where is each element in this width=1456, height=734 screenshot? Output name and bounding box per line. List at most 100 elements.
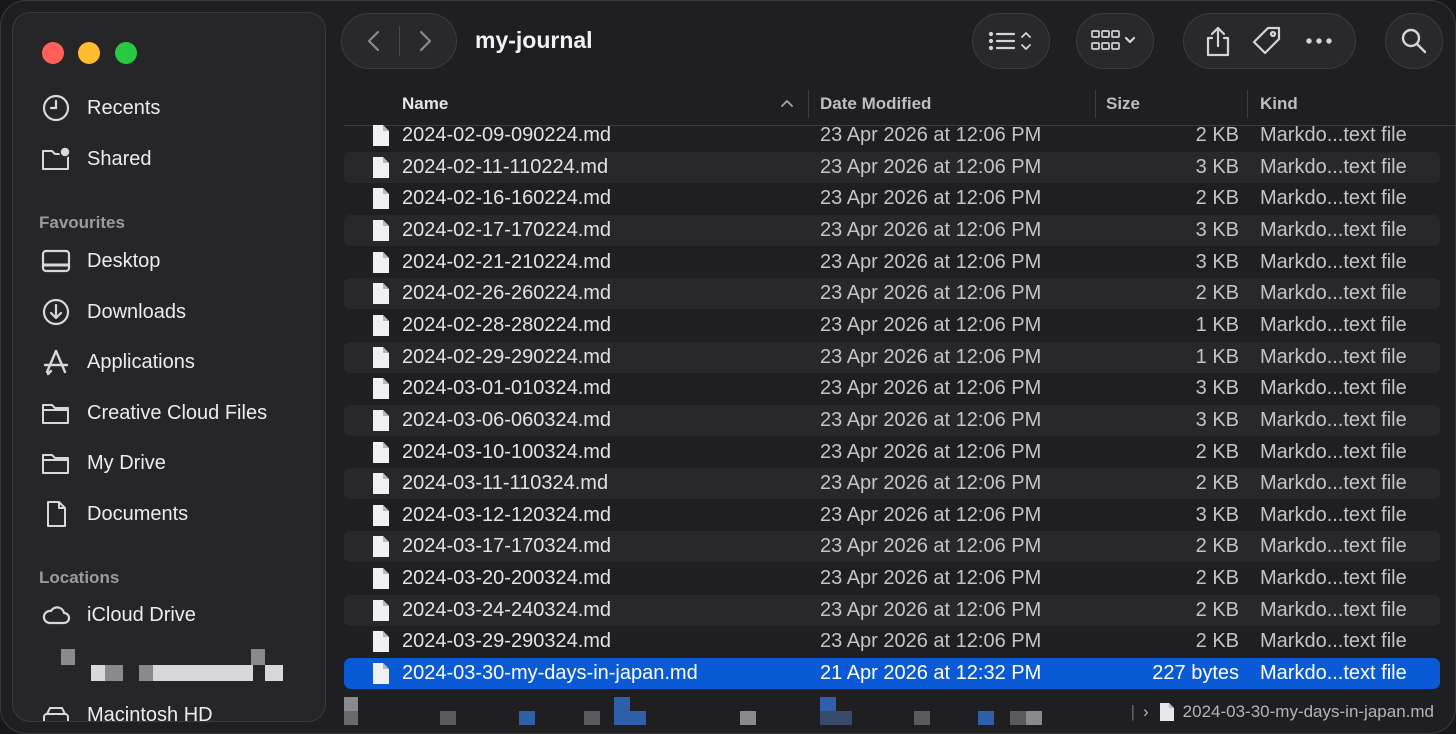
file-row[interactable]: 2024-02-29-290224.md 23 Apr 2026 at 12:06…	[344, 341, 1440, 373]
minimize-window-button[interactable]	[78, 42, 100, 64]
file-kind: Markdo...text file	[1260, 408, 1407, 431]
markdown-file-icon	[373, 188, 389, 210]
file-date-modified: 23 Apr 2026 at 12:06 PM	[820, 124, 1042, 146]
file-kind: Markdo...text file	[1260, 598, 1407, 621]
file-size: 2 KB	[1195, 598, 1239, 621]
markdown-file-icon	[373, 441, 389, 463]
file-name: 2024-02-11-110224.md	[402, 155, 609, 178]
search-button[interactable]	[1385, 13, 1443, 69]
tag-icon[interactable]	[1250, 24, 1284, 58]
finder-window: Recents Shared Favourites Desktop Downlo…	[0, 0, 1456, 734]
file-kind: Markdo...text file	[1260, 630, 1407, 653]
file-row[interactable]: 2024-02-16-160224.md 23 Apr 2026 at 12:06…	[344, 183, 1440, 214]
file-name: 2024-02-29-290224.md	[402, 345, 612, 368]
more-icon[interactable]	[1302, 24, 1336, 58]
file-name: 2024-02-09-090224.md	[402, 124, 612, 146]
share-icon[interactable]	[1203, 24, 1233, 58]
file-row[interactable]: 2024-03-01-010324.md 23 Apr 2026 at 12:06…	[344, 373, 1440, 404]
markdown-file-icon	[373, 125, 389, 146]
shared-folder-icon	[42, 146, 71, 170]
file-kind: Markdo...text file	[1260, 218, 1407, 241]
file-date-modified: 23 Apr 2026 at 12:06 PM	[820, 187, 1042, 210]
list-view-button[interactable]	[972, 13, 1050, 69]
file-kind: Markdo...text file	[1260, 472, 1407, 495]
sidebar: Recents Shared Favourites Desktop Downlo…	[12, 12, 326, 722]
file-row[interactable]: 2024-02-28-280224.md 23 Apr 2026 at 12:06…	[344, 310, 1440, 341]
sidebar-item-desktop[interactable]: Desktop	[41, 241, 160, 281]
file-name: 2024-02-21-210224.md	[402, 250, 612, 273]
sidebar-item-my-drive[interactable]: My Drive	[41, 443, 166, 483]
file-kind: Markdo...text file	[1260, 345, 1407, 368]
sort-ascending-icon[interactable]	[780, 98, 794, 108]
file-row[interactable]: 2024-02-21-210224.md 23 Apr 2026 at 12:06…	[344, 247, 1440, 278]
markdown-file-icon	[373, 251, 389, 273]
path-bar: | › 2024-03-30-my-days-in-japan.md	[1131, 702, 1434, 722]
file-row[interactable]: 2024-03-12-120324.md 23 Apr 2026 at 12:06…	[344, 500, 1440, 531]
column-header-kind[interactable]: Kind	[1260, 94, 1298, 114]
file-date-modified: 23 Apr 2026 at 12:06 PM	[820, 408, 1042, 431]
sidebar-item-recents[interactable]: Recents	[41, 88, 160, 128]
file-row-selected[interactable]: 2024-03-30-my-days-in-japan.md 21 Apr 202…	[344, 658, 1440, 690]
markdown-file-icon	[373, 346, 389, 368]
sidebar-section-locations: Locations	[39, 568, 120, 587]
file-size: 2 KB	[1195, 124, 1239, 146]
markdown-file-icon	[373, 568, 389, 590]
column-headers: Name Date Modified Size Kind	[344, 86, 1456, 122]
file-row[interactable]: 2024-02-26-260224.md 23 Apr 2026 at 12:06…	[344, 278, 1440, 310]
file-size: 3 KB	[1195, 503, 1239, 526]
file-date-modified: 23 Apr 2026 at 12:06 PM	[820, 218, 1042, 241]
window-title: my-journal	[475, 27, 593, 53]
close-window-button[interactable]	[42, 42, 64, 64]
sidebar-item-label: Creative Cloud Files	[87, 401, 268, 424]
forward-arrow-icon[interactable]	[408, 24, 442, 58]
file-row[interactable]: 2024-03-17-170324.md 23 Apr 2026 at 12:06…	[344, 531, 1440, 563]
file-kind: Markdo...text file	[1260, 187, 1407, 210]
file-row[interactable]: 2024-03-11-110324.md 23 Apr 2026 at 12:06…	[344, 468, 1440, 500]
column-separator[interactable]	[808, 90, 809, 118]
status-bar: | › 2024-03-30-my-days-in-japan.md	[344, 694, 1456, 734]
file-row[interactable]: 2024-03-24-240324.md 23 Apr 2026 at 12:06…	[344, 594, 1440, 626]
file-row[interactable]: 2024-02-09-090224.md 23 Apr 2026 at 12:06…	[344, 120, 1440, 151]
file-row[interactable]: 2024-02-17-170224.md 23 Apr 2026 at 12:06…	[344, 214, 1440, 246]
file-kind: Markdo...text file	[1260, 535, 1407, 558]
sidebar-item-label: Macintosh HD	[87, 703, 213, 722]
column-separator[interactable]	[1247, 90, 1248, 118]
file-row[interactable]: 2024-03-06-060324.md 23 Apr 2026 at 12:06…	[344, 404, 1440, 436]
file-row[interactable]: 2024-02-11-110224.md 23 Apr 2026 at 12:06…	[344, 151, 1440, 183]
sidebar-item-applications[interactable]: Applications	[41, 342, 195, 382]
sidebar-item-macintosh-hd[interactable]: Macintosh HD	[41, 695, 213, 722]
file-name: 2024-02-16-160224.md	[402, 187, 612, 210]
file-size: 3 KB	[1195, 377, 1239, 400]
file-row[interactable]: 2024-03-20-200324.md 23 Apr 2026 at 12:06…	[344, 563, 1440, 594]
file-date-modified: 23 Apr 2026 at 12:06 PM	[820, 377, 1042, 400]
file-name: 2024-03-30-my-days-in-japan.md	[402, 662, 698, 685]
sidebar-item-downloads[interactable]: Downloads	[41, 292, 186, 332]
column-header-date-modified[interactable]: Date Modified	[820, 94, 931, 114]
sidebar-item-label: Downloads	[87, 300, 186, 323]
zoom-window-button[interactable]	[115, 42, 137, 64]
file-kind: Markdo...text file	[1260, 440, 1407, 463]
file-date-modified: 23 Apr 2026 at 12:06 PM	[820, 567, 1042, 590]
file-size: 2 KB	[1195, 535, 1239, 558]
file-date-modified: 23 Apr 2026 at 12:06 PM	[820, 282, 1042, 305]
sidebar-item-documents[interactable]: Documents	[41, 494, 188, 534]
column-header-name[interactable]: Name	[402, 94, 448, 114]
group-view-button[interactable]	[1076, 13, 1154, 69]
column-header-size[interactable]: Size	[1106, 94, 1140, 114]
sidebar-item-creative-cloud-files[interactable]: Creative Cloud Files	[41, 393, 267, 433]
sidebar-item-label: Desktop	[87, 249, 161, 272]
path-current-file[interactable]: 2024-03-30-my-days-in-japan.md	[1183, 702, 1434, 722]
sidebar-item-icloud-drive[interactable]: iCloud Drive	[41, 595, 196, 635]
file-list: 2024-02-09-090224.md 23 Apr 2026 at 12:06…	[344, 120, 1440, 690]
applications-icon	[43, 349, 69, 376]
column-separator[interactable]	[1095, 90, 1096, 118]
file-name: 2024-02-17-170224.md	[402, 218, 612, 241]
file-name: 2024-03-24-240324.md	[402, 598, 612, 621]
file-date-modified: 23 Apr 2026 at 12:06 PM	[820, 630, 1042, 653]
back-arrow-icon[interactable]	[357, 24, 391, 58]
file-row[interactable]: 2024-03-29-290324.md 23 Apr 2026 at 12:06…	[344, 626, 1440, 657]
sidebar-item-shared[interactable]: Shared	[41, 139, 152, 179]
file-row[interactable]: 2024-03-10-100324.md 23 Apr 2026 at 12:06…	[344, 437, 1440, 468]
file-date-modified: 23 Apr 2026 at 12:06 PM	[820, 250, 1042, 273]
file-date-modified: 23 Apr 2026 at 12:06 PM	[820, 440, 1042, 463]
